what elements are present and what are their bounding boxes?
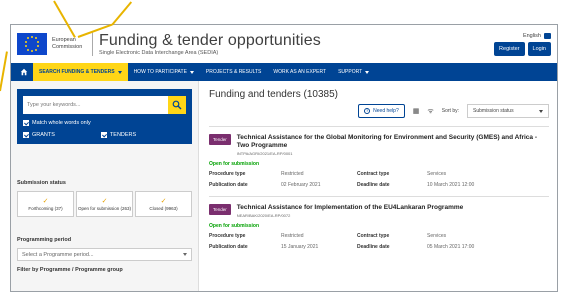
- card-id: INTPA/AGRI/2021/EA-RP/0001: [236, 151, 293, 156]
- tenders-label: TENDERS: [109, 132, 137, 138]
- type-tag: Tender: [209, 134, 231, 145]
- field-label: Publication date: [209, 244, 248, 250]
- header-divider: [92, 32, 93, 56]
- card-title[interactable]: Technical Assistance for the Global Moni…: [237, 134, 549, 150]
- nav-search-funding[interactable]: SEARCH FUNDING & TENDERS: [33, 63, 128, 81]
- result-card[interactable]: Tender Technical Assistance for the Glob…: [209, 126, 549, 188]
- field-label: Publication date: [209, 182, 248, 188]
- field-value: 05 March 2021 17:00: [427, 244, 475, 250]
- match-whole-words-label: Match whole words only: [32, 120, 91, 126]
- card-status: Open for submission: [209, 223, 260, 229]
- register-button[interactable]: Register: [494, 41, 525, 56]
- status-label: Open for submission (263): [77, 205, 132, 211]
- field-value: Services: [427, 171, 447, 177]
- nav-label: PROJECTS & RESULTS: [205, 69, 262, 75]
- login-button[interactable]: Login: [527, 41, 551, 56]
- select-value: Select a Programme period...: [22, 251, 94, 258]
- eu-flag-icon: [17, 33, 47, 55]
- home-button[interactable]: [15, 63, 33, 81]
- field-label: Contract type: [357, 171, 390, 177]
- match-whole-words-checkbox[interactable]: Match whole words only: [23, 120, 186, 126]
- field-label: Contract type: [357, 233, 390, 239]
- search-button[interactable]: [168, 96, 186, 114]
- programming-period-title: Programming period: [17, 237, 72, 243]
- results-title: Funding and tenders (10385): [209, 89, 338, 100]
- field-label: Deadline date: [357, 244, 390, 250]
- home-icon: [20, 68, 28, 76]
- results-panel: Funding and tenders (10385) ? Need help?…: [199, 81, 557, 291]
- status-forthcoming[interactable]: ✓ Forthcoming (37): [17, 191, 74, 217]
- nav-how-to-participate[interactable]: HOW TO PARTICIPATE: [128, 63, 200, 81]
- nav-support[interactable]: SUPPORT: [332, 63, 375, 81]
- need-help-label: Need help?: [373, 108, 399, 114]
- language-icon: [544, 32, 551, 39]
- field-value: 10 March 2021 12:00: [427, 182, 475, 188]
- check-icon: ✓: [160, 197, 167, 205]
- checkbox-icon: [23, 132, 29, 138]
- status-label: Forthcoming (37): [28, 205, 63, 211]
- decorative-line: [111, 1, 133, 26]
- checkbox-icon: [100, 132, 107, 138]
- search-panel: Match whole words only GRANTS TENDERS: [17, 89, 192, 144]
- language-selector[interactable]: English: [522, 32, 551, 39]
- submission-status-title: Submission status: [17, 180, 66, 186]
- calendar-icon[interactable]: ▦: [413, 107, 420, 115]
- status-label: Closed (9963): [149, 205, 178, 211]
- type-tag: Tender: [209, 204, 231, 215]
- card-status: Open for submission: [209, 161, 260, 167]
- card-title[interactable]: Technical Assistance for Implementation …: [237, 204, 463, 212]
- field-value: Services: [427, 233, 447, 239]
- nav-projects-results[interactable]: PROJECTS & RESULTS: [200, 63, 267, 81]
- grants-label: GRANTS: [32, 132, 55, 138]
- status-closed[interactable]: ✓ Closed (9963): [135, 191, 192, 217]
- filter-sidebar: Match whole words only GRANTS TENDERS Su…: [11, 81, 199, 291]
- site-subtitle: Single Electronic Data Interchange Area …: [99, 50, 219, 56]
- check-icon: ✓: [42, 197, 49, 205]
- result-card[interactable]: Tender Technical Assistance for Implemen…: [209, 196, 549, 250]
- field-value: Restricted: [281, 171, 304, 177]
- main-nav: SEARCH FUNDING & TENDERS HOW TO PARTICIP…: [11, 63, 557, 81]
- field-label: Procedure type: [209, 233, 246, 239]
- site-title: Funding & tender opportunities: [99, 32, 321, 49]
- grants-checkbox[interactable]: GRANTS: [23, 132, 55, 138]
- check-icon: ✓: [101, 197, 108, 205]
- checkbox-icon: [23, 120, 29, 126]
- field-value: 02 February 2021: [281, 182, 321, 188]
- nav-label: SUPPORT: [338, 69, 363, 75]
- programme-period-select[interactable]: Select a Programme period...: [17, 248, 192, 261]
- search-icon: [172, 100, 182, 110]
- nav-label: HOW TO PARTICIPATE: [133, 69, 187, 75]
- sort-select[interactable]: Submission status: [467, 104, 549, 118]
- language-label: English: [522, 32, 541, 39]
- nav-label: SEARCH FUNDING & TENDERS: [39, 69, 115, 75]
- field-label: Deadline date: [357, 182, 390, 188]
- field-value: Restricted: [281, 233, 304, 239]
- chevron-down-icon: [183, 253, 187, 256]
- rss-icon[interactable]: ᯤ: [427, 107, 433, 116]
- tenders-checkbox[interactable]: TENDERS: [100, 132, 137, 138]
- decorative-line: [0, 51, 8, 92]
- help-icon: ?: [364, 108, 371, 114]
- nav-work-as-expert[interactable]: WORK AS AN EXPERT: [267, 63, 332, 81]
- browser-frame: European Commission Funding & tender opp…: [10, 24, 558, 292]
- keyword-search-input[interactable]: [23, 96, 168, 114]
- chevron-down-icon: [365, 70, 370, 74]
- sort-value: Submission status: [473, 108, 514, 114]
- field-value: 15 January 2021: [281, 244, 319, 250]
- field-label: Procedure type: [209, 171, 246, 177]
- sort-label: Sort by:: [441, 108, 459, 114]
- logo-text: European Commission: [52, 37, 83, 50]
- chevron-down-icon: [539, 109, 543, 113]
- status-open[interactable]: ✓ Open for submission (263): [76, 191, 133, 217]
- nav-label: WORK AS AN EXPERT: [273, 69, 327, 75]
- card-id: NEAR/BAK/2020/EA-RP/0072: [236, 213, 291, 218]
- filter-programme-title: Filter by Programme / Programme group: [17, 267, 123, 273]
- chevron-down-icon: [189, 70, 194, 74]
- chevron-down-icon: [117, 70, 122, 74]
- need-help-button[interactable]: ? Need help?: [358, 104, 405, 118]
